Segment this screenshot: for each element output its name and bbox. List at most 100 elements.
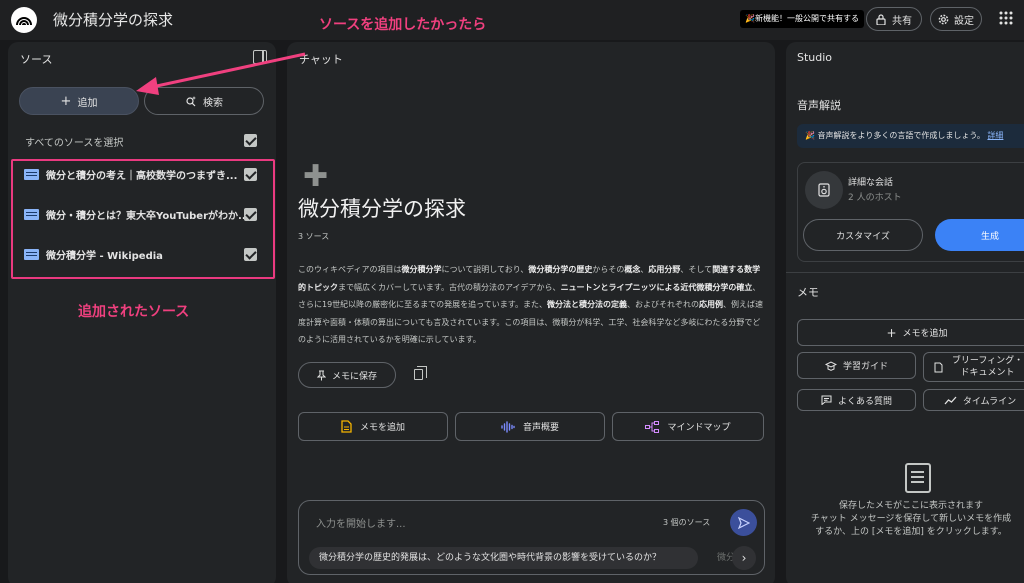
source-title: 微分・積分とは？東大卒YouTuberがわか...	[46, 210, 250, 222]
share-button[interactable]: 共有	[866, 7, 922, 31]
audio-hosts-label: 2 人のホスト	[848, 193, 902, 203]
faq-label: よくある質問	[837, 396, 892, 407]
source-checkbox[interactable]	[244, 208, 257, 221]
chat-input[interactable]: 入力を開始します...	[316, 515, 406, 530]
select-all-label: すべてのソースを選択	[25, 138, 124, 149]
briefing-doc-button[interactable]: ブリーフィング・ドキュメント	[923, 352, 1024, 382]
share-label: 共有	[892, 15, 912, 27]
source-item[interactable]: 微分と積分の考え｜高校数学のつまずき...	[24, 164, 237, 184]
pin-icon	[316, 370, 326, 380]
send-icon	[737, 516, 750, 529]
add-source-annotation: ソースを追加したかったら	[319, 17, 487, 33]
chevron-right-icon[interactable]: ›	[732, 546, 756, 570]
suggested-question-chip[interactable]: 微分積分学の歴史的発展は、どのような文化圏や時代背景の影響を受けているのか？	[309, 547, 698, 569]
studio-panel-title: Studio	[797, 51, 833, 64]
select-all-checkbox[interactable]	[244, 134, 257, 147]
mind-map-label: マインドマップ	[667, 423, 731, 433]
plus-icon: +	[60, 93, 72, 109]
customize-button[interactable]: カスタマイズ	[803, 219, 923, 251]
notebook-summary: このウィキペディアの項目は微分積分学について説明しており、微分積分学の歴史からそ…	[298, 261, 768, 349]
briefing-doc-label: ブリーフィング・ドキュメント	[951, 356, 1024, 378]
search-sparkle-icon	[186, 96, 196, 107]
speaker-icon	[805, 171, 843, 209]
composer-source-count: 3 個のソース	[663, 518, 711, 527]
summary-segment: ニュートンとライプニッツによる近代微積分学の確立	[560, 282, 753, 292]
web-source-icon	[24, 248, 39, 260]
notebook-title[interactable]: 微分積分学の探求	[53, 9, 173, 30]
timeline-button[interactable]: タイムライン	[923, 389, 1024, 411]
source-item[interactable]: 微分積分学 - Wikipedia	[24, 244, 163, 264]
collapse-panel-icon[interactable]	[253, 50, 267, 64]
audio-banner-link[interactable]: 詳細	[987, 131, 1003, 140]
web-source-icon	[24, 208, 39, 220]
new-feature-badge[interactable]: 🎉新機能！一般公開で共有する	[740, 10, 864, 28]
chat-panel: チャット ✚ 微分積分学の探求 3 ソース このウィキペディアの項目は微分積分学…	[287, 42, 775, 583]
generate-button[interactable]: 生成	[935, 219, 1024, 251]
notebooklm-logo-icon[interactable]	[11, 7, 37, 33]
study-guide-label: 学習ガイド	[842, 362, 888, 372]
add-source-label: 追加	[77, 97, 98, 109]
source-checkbox[interactable]	[244, 248, 257, 261]
study-guide-button[interactable]: 学習ガイド	[797, 352, 916, 379]
audio-wave-icon	[501, 420, 515, 433]
send-button[interactable]	[730, 509, 757, 536]
audio-language-banner: 🎉 音声解説をより多くの言語で作成しましょう。 詳細	[797, 124, 1024, 148]
audio-overview-label: 音声概要	[522, 423, 559, 433]
search-source-label: 検索	[203, 97, 223, 109]
search-source-button[interactable]: 検索	[144, 87, 264, 115]
gear-icon	[938, 14, 949, 24]
source-title: 微分積分学 - Wikipedia	[46, 250, 163, 262]
timeline-label: タイムライン	[962, 396, 1017, 407]
settings-button[interactable]: 設定	[930, 7, 982, 31]
chat-panel-title: チャット	[299, 53, 343, 66]
top-bar: 微分積分学の探求 🎉新機能！一般公開で共有する 共有 設定	[0, 0, 1024, 40]
mind-map-button[interactable]: マインドマップ	[612, 412, 764, 441]
source-count: 3 ソース	[298, 232, 330, 241]
studio-add-memo-button[interactable]: + メモを追加	[797, 319, 1024, 346]
summary-segment: 微分法と積分法の定義	[546, 300, 627, 309]
audio-overview-button[interactable]: 音声概要	[455, 412, 605, 441]
copy-icon[interactable]	[414, 366, 427, 380]
save-to-memo-label: メモに保存	[331, 371, 377, 382]
source-checkbox[interactable]	[244, 168, 257, 181]
empty-memo-line: 保存したメモがここに表示されます	[838, 501, 983, 511]
sources-panel: ソース + 追加 検索 すべてのソースを選択 微分と積分の考え｜高校数学のつまず…	[8, 42, 276, 583]
summary-segment: 応用例	[698, 300, 723, 309]
summary-segment: 微分積分学	[401, 265, 442, 274]
notebook-heading: 微分積分学の探求	[298, 197, 466, 221]
empty-memo-line: チャット メッセージを保存して新しいメモを作成	[810, 514, 1012, 524]
studio-panel: Studio 音声解説 🎉 音声解説をより多くの言語で作成しましょう。 詳細 詳…	[786, 42, 1024, 583]
faq-button[interactable]: よくある質問	[797, 389, 916, 411]
source-item[interactable]: 微分・積分とは？東大卒YouTuberがわか...	[24, 204, 249, 224]
summary-segment: について説明しており、	[441, 265, 529, 274]
summary-segment: 、およびそれぞれの	[626, 300, 699, 309]
plus-icon: +	[886, 325, 897, 340]
memo-heading: メモ	[797, 286, 819, 299]
save-to-memo-button[interactable]: メモに保存	[298, 362, 396, 388]
graduation-cap-icon	[824, 360, 837, 371]
empty-memo-message: 保存したメモがここに表示されます チャット メッセージを保存して新しいメモを作成…	[786, 500, 1024, 539]
chat-composer: 入力を開始します... 3 個のソース 微分積分学の歴史的発展は、どのような文化…	[298, 500, 765, 575]
studio-divider	[786, 272, 1024, 273]
chat-bubble-icon	[821, 395, 832, 405]
mind-map-icon	[645, 420, 660, 433]
summary-segment: 概念	[624, 265, 641, 274]
sources-panel-title: ソース	[20, 53, 53, 66]
lock-icon	[876, 13, 886, 25]
add-memo-button[interactable]: メモを追加	[298, 412, 448, 441]
note-add-icon	[341, 420, 352, 433]
summary-segment: からその	[592, 265, 625, 274]
add-memo-label: メモを追加	[359, 423, 405, 433]
audio-overview-heading: 音声解説	[797, 99, 841, 112]
summary-segment: まで幅広くカバーしています。古代の積分法のアイデアから、	[338, 282, 561, 292]
timeline-icon	[944, 396, 957, 404]
apps-grid-icon[interactable]	[998, 10, 1014, 26]
document-icon	[934, 362, 942, 372]
add-source-button[interactable]: + 追加	[19, 87, 139, 115]
notebook-plus-icon: ✚	[303, 159, 329, 194]
web-source-icon	[24, 168, 39, 180]
audio-banner-text: 🎉 音声解説をより多くの言語で作成しましょう。	[805, 131, 985, 140]
added-sources-annotation: 追加されたソース	[78, 304, 190, 320]
audio-format-title: 詳細な会話	[848, 178, 894, 188]
source-title: 微分と積分の考え｜高校数学のつまずき...	[46, 170, 238, 182]
